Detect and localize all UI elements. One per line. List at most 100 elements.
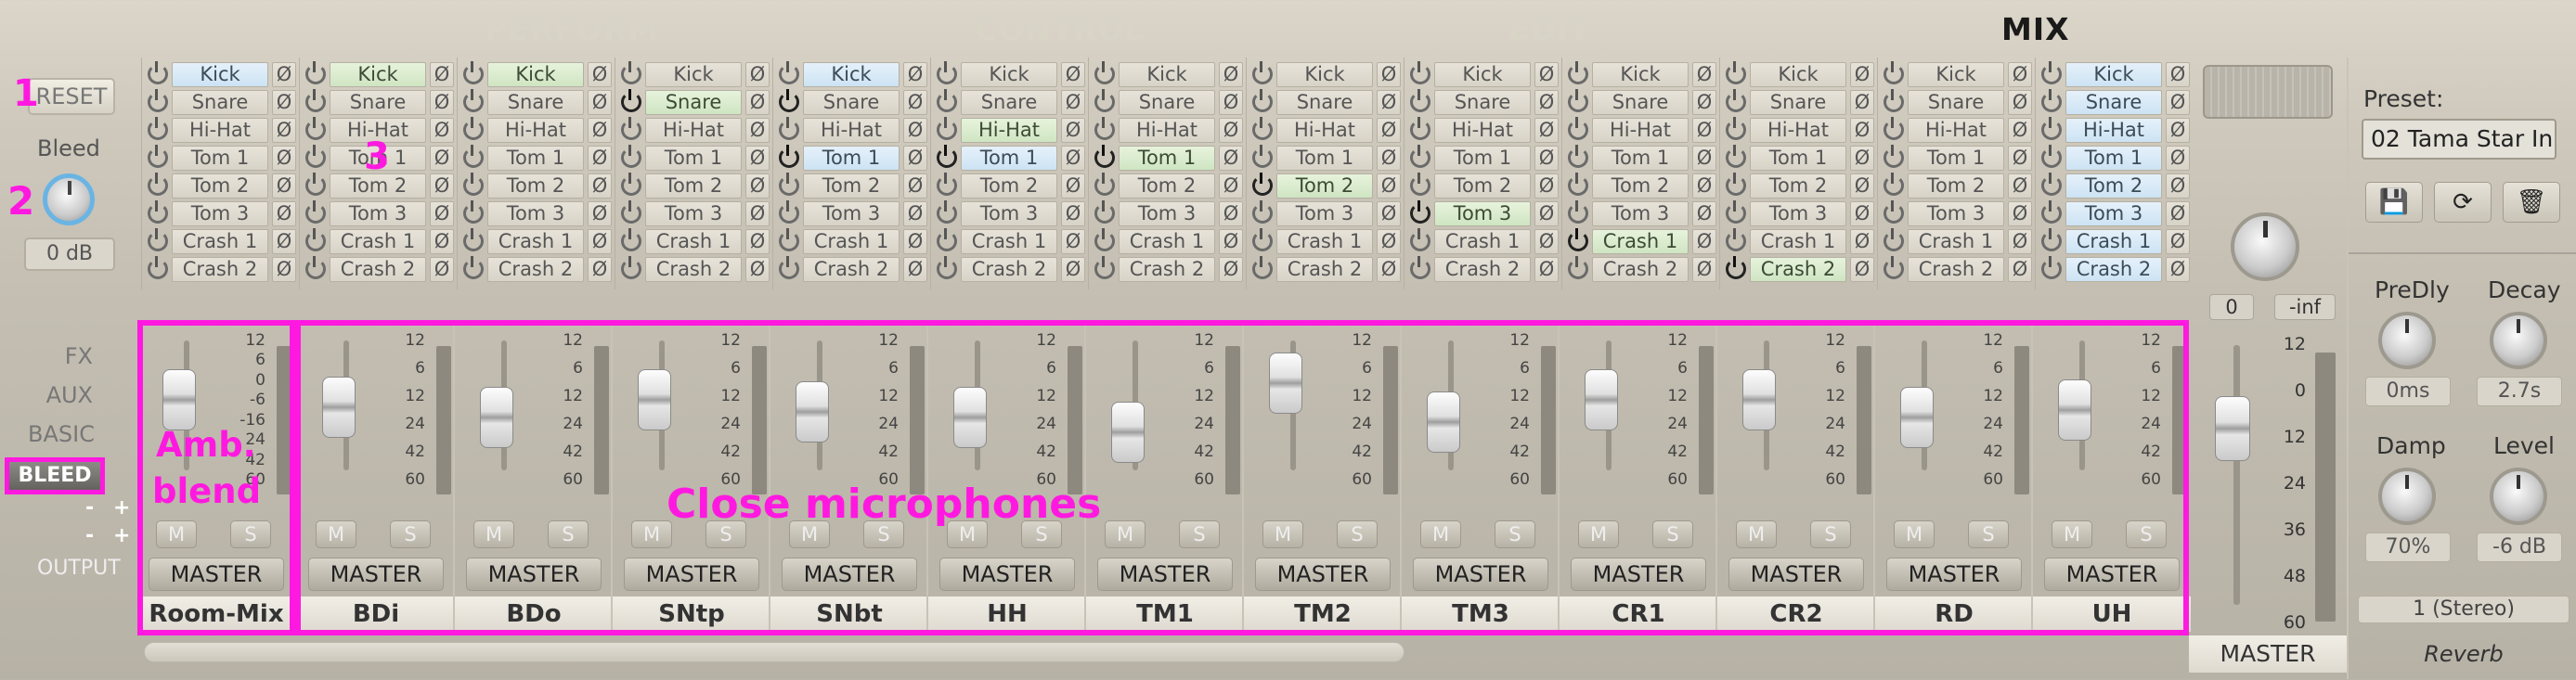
phase-icon[interactable]: Ø xyxy=(272,201,296,226)
bleed-source-2[interactable]: Snare xyxy=(1750,90,1846,115)
power-icon[interactable] xyxy=(1094,200,1115,224)
bleed-source-6[interactable]: Tom 3 xyxy=(1908,201,2004,226)
power-icon[interactable] xyxy=(1252,200,1273,224)
phase-icon[interactable]: Ø xyxy=(1850,173,1874,199)
power-icon[interactable] xyxy=(1568,200,1588,224)
phase-icon[interactable]: Ø xyxy=(430,229,454,254)
bleed-source-4[interactable]: Tom 1 xyxy=(1276,146,1373,171)
power-icon[interactable] xyxy=(1726,117,1746,140)
power-icon[interactable] xyxy=(1883,228,1904,251)
minus-button[interactable]: - xyxy=(85,496,94,520)
bleed-source-7[interactable]: Crash 1 xyxy=(1119,229,1215,254)
bleed-source-1[interactable]: Kick xyxy=(330,62,426,87)
fader[interactable] xyxy=(322,376,356,438)
bleed-source-7[interactable]: Crash 1 xyxy=(803,229,900,254)
phase-icon[interactable]: Ø xyxy=(272,118,296,143)
power-icon[interactable] xyxy=(1883,89,1904,112)
phase-icon[interactable]: Ø xyxy=(1219,257,1243,282)
power-icon[interactable] xyxy=(1568,89,1588,112)
bleed-source-8[interactable]: Crash 2 xyxy=(2065,257,2162,282)
power-icon[interactable] xyxy=(779,256,799,279)
bleed-source-3[interactable]: Hi-Hat xyxy=(1908,118,2004,143)
phase-icon[interactable]: Ø xyxy=(1219,90,1243,115)
power-icon[interactable] xyxy=(621,228,641,251)
bleed-source-1[interactable]: Kick xyxy=(2065,62,2162,87)
bleed-source-8[interactable]: Crash 2 xyxy=(487,257,584,282)
power-icon[interactable] xyxy=(2041,117,2062,140)
power-icon[interactable] xyxy=(1568,61,1588,84)
mute-button[interactable]: M xyxy=(316,520,356,548)
tab-mix[interactable]: MIX xyxy=(2001,11,2070,47)
phase-icon[interactable]: Ø xyxy=(272,229,296,254)
mute-button[interactable]: M xyxy=(1420,520,1461,548)
bleed-source-7[interactable]: Crash 1 xyxy=(1434,229,1531,254)
bleed-source-4[interactable]: Tom 1 xyxy=(2065,146,2162,171)
phase-icon[interactable]: Ø xyxy=(1061,90,1085,115)
bleed-source-8[interactable]: Crash 2 xyxy=(1119,257,1215,282)
level-knob[interactable] xyxy=(2490,468,2547,525)
bleed-source-4[interactable]: Tom 1 xyxy=(1434,146,1531,171)
bleed-source-8[interactable]: Crash 2 xyxy=(961,257,1057,282)
view-bleed[interactable]: BLEED xyxy=(5,457,105,494)
phase-icon[interactable]: Ø xyxy=(1534,62,1559,87)
phase-icon[interactable]: Ø xyxy=(1377,90,1401,115)
bleed-source-8[interactable]: Crash 2 xyxy=(645,257,742,282)
phase-icon[interactable]: Ø xyxy=(903,118,927,143)
phase-icon[interactable]: Ø xyxy=(272,173,296,199)
bleed-source-4[interactable]: Tom 1 xyxy=(172,146,268,171)
bleed-source-8[interactable]: Crash 2 xyxy=(803,257,900,282)
phase-icon[interactable]: Ø xyxy=(745,62,770,87)
bleed-source-1[interactable]: Kick xyxy=(1592,62,1689,87)
bleed-source-5[interactable]: Tom 2 xyxy=(1276,173,1373,199)
phase-icon[interactable]: Ø xyxy=(2166,257,2190,282)
power-icon[interactable] xyxy=(1568,145,1588,168)
phase-icon[interactable]: Ø xyxy=(1692,118,1716,143)
bleed-source-5[interactable]: Tom 2 xyxy=(961,173,1057,199)
power-icon[interactable] xyxy=(1252,228,1273,251)
phase-icon[interactable]: Ø xyxy=(1534,229,1559,254)
bleed-source-2[interactable]: Snare xyxy=(1434,90,1531,115)
bleed-source-3[interactable]: Hi-Hat xyxy=(2065,118,2162,143)
power-icon[interactable] xyxy=(1726,89,1746,112)
bleed-source-4[interactable]: Tom 1 xyxy=(487,146,584,171)
power-icon[interactable] xyxy=(1252,173,1273,196)
bleed-source-7[interactable]: Crash 1 xyxy=(172,229,268,254)
power-icon[interactable] xyxy=(1726,256,1746,279)
power-icon[interactable] xyxy=(621,256,641,279)
solo-button[interactable]: S xyxy=(390,520,431,548)
phase-icon[interactable]: Ø xyxy=(1534,201,1559,226)
phase-icon[interactable]: Ø xyxy=(2008,173,2032,199)
phase-icon[interactable]: Ø xyxy=(588,90,612,115)
phase-icon[interactable]: Ø xyxy=(2008,229,2032,254)
bleed-source-5[interactable]: Tom 2 xyxy=(1592,173,1689,199)
power-icon[interactable] xyxy=(305,173,326,196)
phase-icon[interactable]: Ø xyxy=(1850,146,1874,171)
phase-icon[interactable]: Ø xyxy=(588,146,612,171)
bleed-source-1[interactable]: Kick xyxy=(803,62,900,87)
route-master-button[interactable]: MASTER xyxy=(782,558,917,591)
power-icon[interactable] xyxy=(1883,145,1904,168)
bleed-source-4[interactable]: Tom 1 xyxy=(1119,146,1215,171)
reset-button[interactable]: RESET xyxy=(28,78,115,115)
fader[interactable] xyxy=(796,381,829,443)
fader[interactable] xyxy=(480,386,513,448)
phase-icon[interactable]: Ø xyxy=(2166,173,2190,199)
phase-icon[interactable]: Ø xyxy=(745,146,770,171)
phase-icon[interactable]: Ø xyxy=(903,257,927,282)
power-icon[interactable] xyxy=(148,61,168,84)
bleed-source-1[interactable]: Kick xyxy=(172,62,268,87)
bleed-source-7[interactable]: Crash 1 xyxy=(330,229,426,254)
solo-button[interactable]: S xyxy=(2126,520,2167,548)
route-master-button[interactable]: MASTER xyxy=(939,558,1075,591)
power-icon[interactable] xyxy=(779,173,799,196)
power-icon[interactable] xyxy=(1094,61,1115,84)
bleed-source-8[interactable]: Crash 2 xyxy=(1592,257,1689,282)
bleed-source-7[interactable]: Crash 1 xyxy=(487,229,584,254)
bleed-source-8[interactable]: Crash 2 xyxy=(172,257,268,282)
fader[interactable] xyxy=(1585,368,1618,430)
solo-button[interactable]: S xyxy=(1495,520,1535,548)
phase-icon[interactable]: Ø xyxy=(1377,173,1401,199)
bleed-source-1[interactable]: Kick xyxy=(487,62,584,87)
bleed-source-1[interactable]: Kick xyxy=(1119,62,1215,87)
bleed-knob[interactable] xyxy=(43,173,95,225)
